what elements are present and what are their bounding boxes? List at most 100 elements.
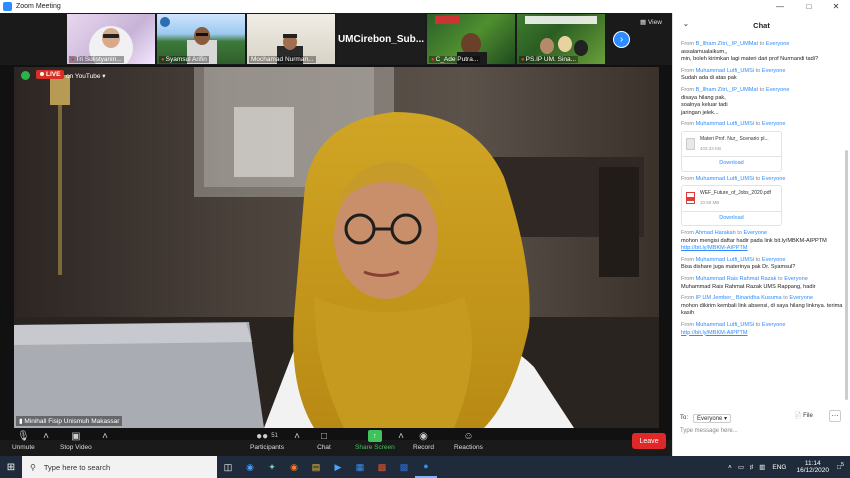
close-button[interactable]: ✕ [822,0,850,13]
chat-panel: ⌄ Chat From B_Ilham Zitri,_IP_UMMat to E… [672,13,850,456]
powerpoint-icon[interactable]: ▩ [371,456,393,478]
muted-mic-icon: ● [521,57,525,63]
sender-name[interactable]: B_Ilham Zitri,_IP_UMMat [696,87,758,93]
show-hidden-icons-chevron[interactable]: ˄ [728,464,732,471]
participant-thumbnail[interactable]: ●Tri Sulistyanin... [67,14,155,64]
media-player-icon[interactable]: ▶ [327,456,349,478]
sender-name[interactable]: Muhammad Lutfi_UMSi [696,121,754,127]
participant-thumbnail[interactable]: UMCirebon_Sub... [337,14,425,64]
window-title: Zoom Meeting [16,3,61,10]
unmute-button[interactable]: 🎙 Unmute [12,430,35,452]
participants-options-chevron[interactable]: ˄ [290,430,304,444]
file-attachment[interactable]: WEF_Future_of_Jobs_2020.pdf 10.59 MB Downl… [681,185,782,227]
stop-video-button[interactable]: ▣ Stop Video [60,430,92,452]
recipient-dropdown[interactable]: Everyone ▾ [693,413,732,423]
notifications-icon[interactable]: □5 [837,462,844,471]
video-options-chevron[interactable]: ˄ [98,430,112,444]
stream-dropdown[interactable]: on YouTube ▾ [66,72,106,80]
file-icon: 📄 [794,413,802,419]
battery-icon[interactable]: ▭ [738,463,744,471]
sender-name[interactable]: Ahmad Harakan [695,230,735,236]
sender-name[interactable]: Muhammad Rais Rahmat Razak [696,276,777,282]
download-button[interactable]: Download [682,156,781,171]
message-text: jaringan jelek... [681,109,719,116]
sender-name[interactable]: Muhammad Lutfi_UMSi [696,257,754,263]
notification-count: 5 [840,462,844,469]
live-label: LIVE [46,71,61,78]
mic-options-chevron[interactable]: ˄ [39,430,53,444]
chat-message: From Muhammad Lutfi_UMSi to Everyone Mate… [681,121,847,172]
muted-mic-icon: ● [431,57,435,63]
chat-message: From Muhammad Lutfi_UMSi to Everyone Bisa… [681,257,847,272]
recipient-name: Everyone [761,67,786,74]
participant-thumbnail[interactable]: Mochamad Nurman... [247,14,335,64]
chat-message: From Muhammad Rais Rahmat Razak to Every… [681,276,847,291]
message-text: mohon mengisi daftar hadir pada link bit… [681,237,827,244]
system-tray: ˄ ▭ ♯ ▥ ENG 11:14 16/12/2020 □5 [725,456,850,478]
main-video: LIVE on YouTube ▾ ▮ Minihall Fisip Unism… [14,67,659,428]
chat-message: From Muhammad Lutfi_UMSi to Everyone Suda… [681,68,847,83]
message-text: min, boleh kirimkan lagi materi dari pro… [681,56,819,63]
chat-scrollbar[interactable] [845,150,848,400]
chat-message: From B_Ilham Zitri,_IP_UMMat to Everyone… [681,87,847,117]
clock-time: 11:14 [804,459,821,467]
sender-name[interactable]: Muhammad Lutfi_UMSi [696,176,754,182]
message-link[interactable]: http://bit.ly/MBKM-AIPPTM [681,245,748,251]
share-options-chevron[interactable]: ˄ [394,430,408,444]
share-screen-label: Share Screen [355,444,395,451]
share-screen-button[interactable]: ↑ Share Screen [355,430,395,451]
encryption-shield-icon[interactable] [21,71,30,80]
record-button[interactable]: ◉ Record [413,430,434,452]
language-indicator[interactable]: ENG [772,464,786,471]
chevron-up-icon: ˄ [294,430,300,442]
sender-name[interactable]: IP UM Jember_ Binaridha Kusuma [696,295,782,301]
chat-button[interactable]: □ Chat [317,430,331,452]
unmute-label: Unmute [12,444,35,451]
file-button[interactable]: 📄 File [794,412,813,419]
record-icon: ◉ [419,430,428,442]
view-button[interactable]: ▦ View [640,18,662,26]
participant-thumbnail[interactable]: ●PS.IP UM. Sina... [517,14,605,64]
edge-browser-icon[interactable]: ◉ [239,456,261,478]
network-icon[interactable]: ▥ [759,463,765,471]
leave-button[interactable]: Leave [632,433,666,449]
firefox-icon[interactable]: ◉ [283,456,305,478]
live-badge[interactable]: LIVE [36,70,65,79]
task-view-icon[interactable]: ◫ [217,456,239,478]
collapse-chevron-icon[interactable]: ⌄ [683,20,689,28]
message-input[interactable]: Type message here... [680,428,738,434]
app-icon[interactable]: ✦ [261,456,283,478]
windows-start-icon[interactable]: ⊞ [0,456,22,478]
chat-message: From Muhammad Lutfi_UMSi to Everyone http… [681,322,847,337]
message-link[interactable]: http://bit.ly/MBKM-AIPPTM [681,330,748,336]
participants-button[interactable]: ●● 51 Participants [249,430,285,452]
sender-name[interactable]: Muhammad Lutfi_UMSi [696,322,754,328]
search-placeholder: Type here to search [43,462,111,472]
smiley-add-icon: ☺ [463,430,474,442]
zoom-taskbar-icon[interactable]: ● [415,456,437,478]
muted-mic-icon: ● [161,57,165,63]
reactions-label: Reactions [454,444,483,451]
next-page-arrow-icon[interactable]: › [613,31,630,48]
participant-thumbnail[interactable]: ●Syamsul Arifin [157,14,245,64]
taskbar-search[interactable]: ⚲ Type here to search [22,456,217,478]
title-bar: Zoom Meeting — □ ✕ [0,0,850,13]
volume-icon[interactable]: ♯ [750,464,753,471]
reactions-button[interactable]: ☺ Reactions [454,430,483,452]
speaker-name-tag: ▮ Minihall Fisip Unismuh Makassar [16,416,123,426]
file-attachment[interactable]: Materi Prof. Nur_ Scenario pl... 403.33 K… [681,130,782,172]
file-explorer-icon[interactable]: ▤ [305,456,327,478]
file-size: 403.33 KB [700,145,722,151]
recipient-name: Everyone [765,41,790,47]
sender-name[interactable]: Muhammad Lutfi_UMSi [696,68,754,74]
minimize-button[interactable]: — [766,0,794,13]
participant-thumbnail[interactable]: ●C_Ade Putra... [427,14,515,64]
maximize-button[interactable]: □ [795,0,823,13]
sender-name[interactable]: B_Ilham Zitri,_IP_UMMat [696,41,758,47]
download-button[interactable]: Download [682,210,781,226]
file-label: File [803,413,813,419]
word-icon[interactable]: ▩ [393,456,415,478]
more-options-icon[interactable]: ⋯ [829,410,841,422]
photos-icon[interactable]: ▦ [349,456,371,478]
clock[interactable]: 11:14 16/12/2020 [797,460,830,475]
